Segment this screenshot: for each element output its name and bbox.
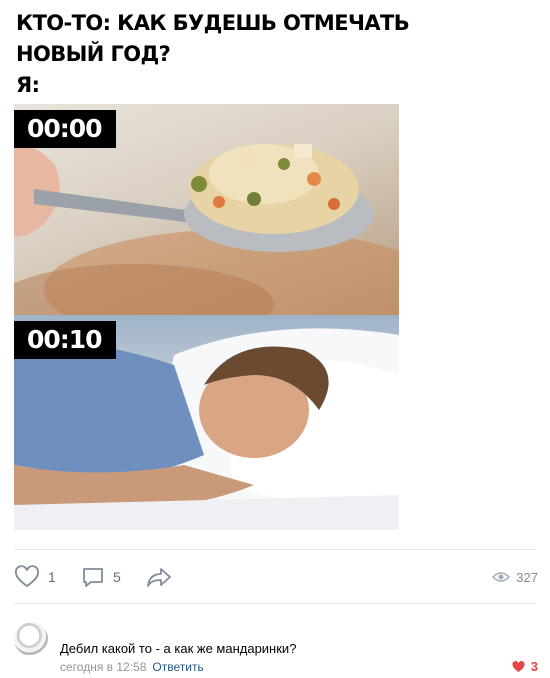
divider-bottom	[14, 603, 536, 604]
comment-icon	[83, 568, 103, 587]
reply-link[interactable]: Ответить	[152, 660, 203, 674]
post-actions: 1 5 327	[14, 563, 538, 591]
time-label-bottom: 00:10	[14, 321, 116, 359]
caption-line-3: Я:	[16, 73, 40, 97]
caption-line-2: НОВЫЙ ГОД?	[16, 42, 171, 66]
divider-top	[14, 549, 536, 550]
like-button[interactable]: 1	[14, 563, 56, 591]
like-count: 1	[48, 569, 56, 585]
comment-like-button[interactable]: 3	[512, 659, 538, 674]
comment-like-count: 3	[530, 659, 538, 674]
views-counter: 327	[492, 563, 538, 591]
avatar[interactable]	[14, 622, 48, 656]
meme-caption: КТО-ТО: КАК БУДЕШЬ ОТМЕЧАТЬ НОВЫЙ ГОД? Я…	[16, 8, 416, 101]
caption-line-1: КТО-ТО: КАК БУДЕШЬ ОТМЕЧАТЬ	[16, 11, 410, 35]
comment-author[interactable]	[60, 620, 170, 636]
comment-button[interactable]: 5	[81, 563, 121, 591]
heart-icon	[512, 660, 525, 672]
comment-meta: сегодня в 12:58 Ответить	[60, 660, 204, 674]
time-label-top: 00:00	[14, 110, 116, 148]
heart-icon	[15, 565, 39, 588]
comment-text: Дебил какой то - а как же мандаринки?	[60, 641, 297, 656]
views-count: 327	[516, 569, 538, 585]
meme-image[interactable]: 00:00 00:10	[14, 104, 399, 530]
comment-item: Дебил какой то - а как же мандаринки? се…	[14, 620, 538, 676]
share-icon	[147, 568, 171, 587]
share-button[interactable]	[146, 563, 172, 591]
salad-photo: 00:00	[14, 104, 399, 315]
comment-count: 5	[113, 569, 121, 585]
sleeping-photo: 00:10	[14, 315, 399, 530]
eye-icon	[492, 572, 511, 582]
comment-date[interactable]: сегодня в 12:58	[60, 660, 146, 674]
